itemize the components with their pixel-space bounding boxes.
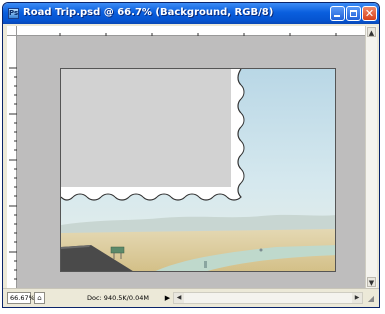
canvas-area[interactable] bbox=[17, 36, 365, 288]
vertical-ruler[interactable] bbox=[7, 36, 17, 288]
distant-car bbox=[259, 248, 263, 252]
minimize-button[interactable] bbox=[330, 6, 345, 21]
horizontal-scrollbar[interactable]: ◀ ▶ bbox=[173, 292, 363, 304]
zoom-level-field[interactable]: 66.67% bbox=[7, 292, 35, 304]
document-window: Ps Road Trip.psd @ 66.7% (Background, RG… bbox=[2, 2, 380, 308]
ruler-origin[interactable] bbox=[7, 26, 17, 36]
status-menu-arrow-icon[interactable]: ▶ bbox=[163, 293, 172, 303]
distant-post bbox=[204, 261, 207, 268]
resize-grip-icon[interactable]: ◢ bbox=[366, 294, 376, 304]
navigator-icon[interactable]: ⌂ bbox=[34, 292, 45, 304]
scroll-down-icon[interactable]: ▼ bbox=[367, 277, 376, 287]
close-icon: ✕ bbox=[364, 7, 375, 20]
scroll-right-icon[interactable]: ▶ bbox=[352, 293, 362, 303]
photoshop-document-icon[interactable]: Ps bbox=[8, 8, 19, 19]
horizontal-ruler[interactable] bbox=[17, 26, 365, 41]
road-sign bbox=[110, 246, 125, 254]
minimize-icon bbox=[334, 15, 340, 17]
status-bar: 66.67% ⌂ Doc: 940.5K/0.04M ▶ ◀ ▶ ◢ bbox=[3, 288, 379, 307]
ruler-ticks-left bbox=[9, 67, 17, 280]
scroll-up-icon[interactable]: ▲ bbox=[367, 27, 376, 37]
maximize-icon bbox=[350, 10, 357, 17]
scroll-left-icon[interactable]: ◀ bbox=[174, 293, 184, 303]
image-canvas[interactable] bbox=[60, 68, 336, 272]
title-bar[interactable]: Ps Road Trip.psd @ 66.7% (Background, RG… bbox=[3, 3, 379, 24]
document-size-info: Doc: 940.5K/0.04M bbox=[87, 294, 149, 302]
maximize-button[interactable] bbox=[346, 6, 361, 21]
vertical-scrollbar[interactable]: ▲ ▼ bbox=[365, 26, 377, 288]
stamp-placeholder bbox=[61, 69, 231, 187]
road-trip-artwork bbox=[61, 69, 335, 271]
close-button[interactable]: ✕ bbox=[362, 6, 377, 21]
window-title: Road Trip.psd @ 66.7% (Background, RGB/8… bbox=[23, 7, 274, 18]
